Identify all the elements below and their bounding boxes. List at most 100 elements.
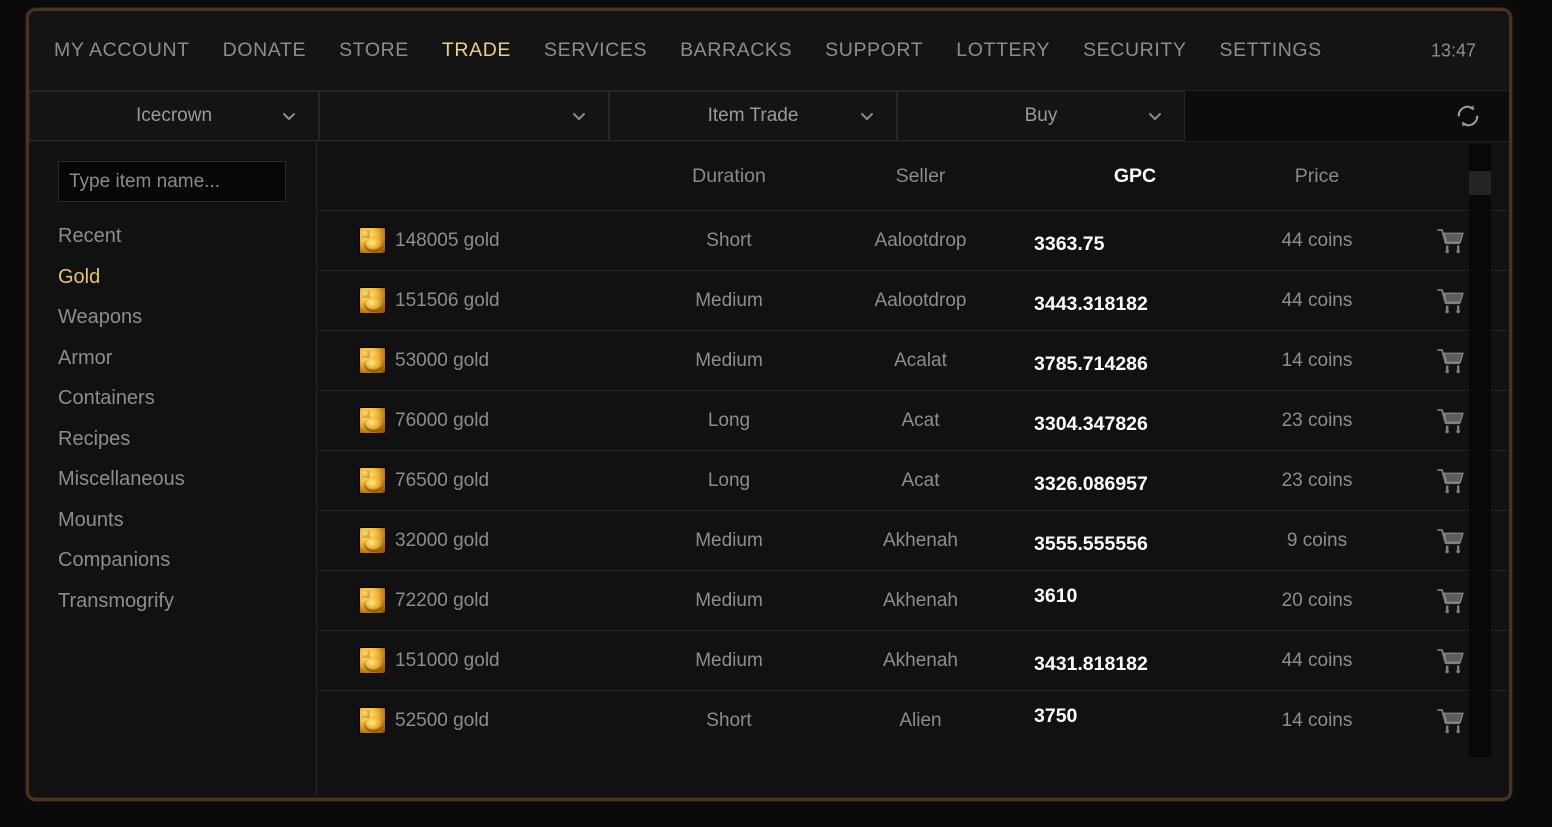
cell-gpc: 3363.75 (1034, 233, 1105, 255)
sidebar-item-gold[interactable]: Gold (58, 257, 316, 298)
cart-icon[interactable] (1436, 708, 1465, 734)
column-header-seller[interactable]: Seller (813, 165, 1028, 188)
sidebar-item-companions[interactable]: Companions (58, 540, 316, 581)
table-row[interactable]: 52500 gold Short Alien 3750 14 coins (317, 690, 1509, 750)
cell-duration: Medium (695, 289, 763, 311)
column-header-duration[interactable]: Duration (645, 165, 813, 188)
trade-type-dropdown-label: Item Trade (707, 105, 799, 126)
nav-items: MY ACCOUNT DONATE STORE TRADE SERVICES BARRAC… (54, 39, 1355, 62)
nav-item-donate[interactable]: DONATE (223, 39, 306, 62)
refresh-zone (1185, 91, 1509, 141)
cell-price: 20 coins (1281, 589, 1353, 611)
cell-seller: Akhenah (882, 649, 958, 671)
sidebar-item-containers[interactable]: Containers (58, 378, 316, 419)
table-row[interactable]: 151506 gold Medium Aalootdrop 3443.318182 44… (317, 270, 1509, 330)
cell-duration: Short (706, 229, 752, 251)
realm-dropdown[interactable]: Icecrown (29, 91, 319, 141)
sidebar-item-armor[interactable]: Armor (58, 338, 316, 379)
gold-coins-icon (349, 407, 395, 434)
cell-seller: Acat (901, 469, 940, 491)
cell-duration: Medium (695, 649, 763, 671)
nav-item-support[interactable]: SUPPORT (825, 39, 923, 62)
table-row[interactable]: 148005 gold Short Aalootdrop 3363.75 44 coin… (317, 210, 1509, 270)
table-body: 148005 gold Short Aalootdrop 3363.75 44 coin… (317, 210, 1509, 750)
application-frame: MY ACCOUNT DONATE STORE TRADE SERVICES BARRAC… (26, 8, 1512, 801)
nav-item-settings[interactable]: SETTINGS (1219, 39, 1321, 62)
table-row[interactable]: 76000 gold Long Acat 3304.347826 23 coins (317, 390, 1509, 450)
list-scrollbar[interactable] (1469, 144, 1491, 757)
realm-dropdown-label: Icecrown (135, 105, 213, 126)
refresh-icon[interactable] (1453, 101, 1483, 131)
character-dropdown[interactable] (319, 91, 609, 141)
cart-icon[interactable] (1436, 648, 1465, 674)
gold-coins-icon (349, 587, 395, 614)
table-row[interactable]: 32000 gold Medium Akhenah 3555.555556 9 coin… (317, 510, 1509, 570)
filter-bar: Icecrown Item Trade Buy (29, 90, 1509, 142)
buy-sell-dropdown-label: Buy (1024, 105, 1058, 126)
cell-gpc: 3555.555556 (1034, 533, 1148, 555)
sidebar-item-miscellaneous[interactable]: Miscellaneous (58, 459, 316, 500)
gold-coins-icon (349, 287, 395, 314)
gold-coins-icon (349, 647, 395, 674)
nav-item-my-account[interactable]: MY ACCOUNT (54, 39, 190, 62)
cart-icon[interactable] (1436, 468, 1465, 494)
gold-coins-icon (349, 527, 395, 554)
category-list: Recent Gold Weapons Armor Containers Recipes M… (58, 216, 316, 621)
chevron-down-icon (282, 109, 296, 123)
cell-duration: Long (707, 409, 751, 431)
cell-item-name: 148005 gold (395, 229, 500, 251)
gold-coins-icon (349, 707, 395, 734)
cell-duration: Medium (695, 349, 763, 371)
table-row[interactable]: 72200 gold Medium Akhenah 3610 20 coins (317, 570, 1509, 630)
nav-item-security[interactable]: SECURITY (1083, 39, 1186, 62)
cart-icon[interactable] (1436, 528, 1465, 554)
gold-coins-icon (349, 467, 395, 494)
chevron-down-icon (860, 109, 874, 123)
cart-icon[interactable] (1436, 408, 1465, 434)
search-input[interactable] (58, 161, 286, 202)
table-row[interactable]: 53000 gold Medium Acalat 3785.714286 14 coin… (317, 330, 1509, 390)
column-header-price[interactable]: Price (1242, 165, 1392, 188)
sidebar-item-weapons[interactable]: Weapons (58, 297, 316, 338)
cart-icon[interactable] (1436, 288, 1465, 314)
cell-duration: Short (706, 709, 752, 731)
cell-item-name: 76000 gold (395, 409, 490, 431)
nav-item-lottery[interactable]: LOTTERY (956, 39, 1050, 62)
clock: 13:47 (1430, 40, 1476, 60)
column-header-gpc[interactable]: GPC (1028, 165, 1242, 188)
gold-coins-icon (349, 347, 395, 374)
cart-icon[interactable] (1436, 228, 1465, 254)
cell-item-name: 151000 gold (395, 649, 500, 671)
cell-gpc: 3785.714286 (1034, 353, 1148, 375)
sidebar-item-mounts[interactable]: Mounts (58, 500, 316, 541)
cell-item-name: 52500 gold (395, 709, 490, 731)
trade-type-dropdown[interactable]: Item Trade (609, 91, 897, 141)
table-header-row: Duration Seller GPC Price (317, 142, 1509, 210)
list-scrollbar-thumb[interactable] (1469, 171, 1491, 195)
table-row[interactable]: 151000 gold Medium Akhenah 3431.818182 44 co… (317, 630, 1509, 690)
cell-gpc: 3443.318182 (1034, 293, 1148, 315)
nav-item-store[interactable]: STORE (339, 39, 409, 62)
cell-seller: Akhenah (882, 529, 958, 551)
nav-item-trade[interactable]: TRADE (442, 39, 511, 62)
nav-item-barracks[interactable]: BARRACKS (680, 39, 792, 62)
gold-coins-icon (349, 227, 395, 254)
sidebar-item-recipes[interactable]: Recipes (58, 419, 316, 460)
trade-listings-area: Duration Seller GPC Price 148005 gold Sho… (317, 142, 1509, 797)
cell-price: 14 coins (1281, 709, 1353, 731)
cell-duration: Medium (695, 589, 763, 611)
cell-seller: Alien (899, 709, 942, 731)
nav-item-services[interactable]: SERVICES (544, 39, 647, 62)
table-row[interactable]: 76500 gold Long Acat 3326.086957 23 coins (317, 450, 1509, 510)
cart-icon[interactable] (1436, 348, 1465, 374)
cell-seller: Aalootdrop (874, 229, 967, 251)
cell-seller: Acalat (894, 349, 947, 371)
cart-icon[interactable] (1436, 588, 1465, 614)
buy-sell-dropdown[interactable]: Buy (897, 91, 1185, 141)
sidebar-item-recent[interactable]: Recent (58, 216, 316, 257)
cell-gpc: 3750 (1034, 705, 1078, 727)
sidebar-item-transmogrify[interactable]: Transmogrify (58, 581, 316, 622)
cell-item-name: 72200 gold (395, 589, 490, 611)
cell-item-name: 32000 gold (395, 529, 490, 551)
chevron-down-icon (572, 109, 586, 123)
